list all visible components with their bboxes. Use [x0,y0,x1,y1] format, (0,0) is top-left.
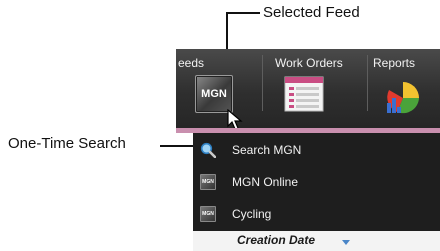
menu-item-mgn-online[interactable]: MGN MGN Online [193,167,440,197]
mgn-feed-icon-text: MGN [201,88,227,100]
feed-dropdown-menu: Search MGN MGN MGN Online MGN Cycling [193,133,440,231]
menu-item-label: MGN Online [232,175,299,189]
menu-item-cycling[interactable]: MGN Cycling [193,199,440,229]
work-orders-tab-label[interactable]: Work Orders [275,56,343,70]
reports-tab-label[interactable]: Reports [373,56,415,70]
one-time-search-callout: One-Time Search [8,135,126,152]
menu-item-search-mgn[interactable]: Search MGN [193,135,440,165]
reports-icon[interactable] [383,76,425,116]
toolbar-divider [367,55,368,111]
main-toolbar: eeds Work Orders Reports MGN [176,49,440,128]
feeds-tab-label[interactable]: eeds [178,56,204,70]
sort-down-icon[interactable] [342,240,350,245]
creation-date-column-header[interactable]: Creation Date [237,233,315,247]
selected-feed-callout-line-h [226,12,260,14]
toolbar-divider [262,55,263,111]
mouse-cursor-icon [227,109,243,128]
column-header-row: Creation Date [193,231,440,251]
mgn-online-icon: MGN [200,174,216,190]
cycling-icon: MGN [200,206,216,222]
work-orders-icon[interactable] [284,76,324,112]
selected-feed-callout: Selected Feed [263,4,360,21]
mgn-online-icon-text: MGN [202,179,214,185]
menu-item-label: Search MGN [232,143,302,157]
mgn-feed-icon[interactable]: MGN [195,75,233,113]
one-time-search-callout-line [160,145,197,147]
menu-item-label: Cycling [232,207,272,221]
search-icon [200,142,216,158]
cycling-icon-text: MGN [202,211,214,217]
